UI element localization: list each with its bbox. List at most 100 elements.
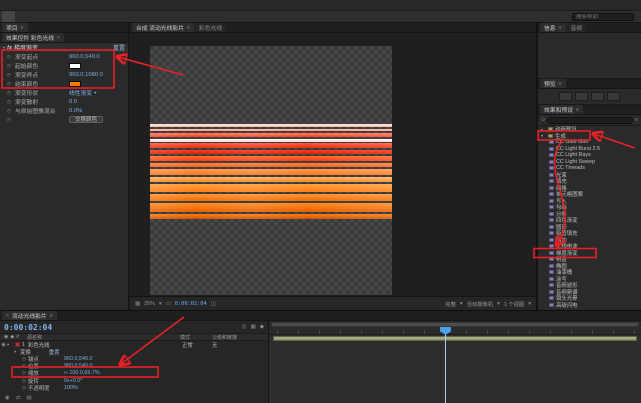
roto-brush-tool[interactable] bbox=[132, 11, 145, 22]
pen-tool[interactable] bbox=[80, 11, 93, 22]
chevron-down-icon[interactable]: ▾ bbox=[528, 301, 531, 307]
grid-options-icon[interactable]: ▦ bbox=[135, 301, 140, 307]
panel-menu-icon[interactable]: ≡ bbox=[559, 25, 562, 31]
effect-property-row[interactable]: ◷ 渐变终点 960.0,1080.0 bbox=[0, 70, 128, 79]
stopwatch-icon[interactable]: ◷ bbox=[7, 72, 13, 78]
first-frame-button[interactable] bbox=[559, 92, 572, 101]
property-value[interactable]: 0.0 bbox=[69, 99, 77, 105]
region-of-interest-icon[interactable]: ▭ bbox=[166, 301, 171, 307]
composition-viewport[interactable] bbox=[130, 33, 536, 296]
motion-blur-icon[interactable]: ◆ bbox=[260, 324, 264, 330]
comp-mini-flowchart-icon[interactable]: ◎ bbox=[242, 324, 247, 330]
brush-tool[interactable] bbox=[106, 11, 119, 22]
layer-name[interactable]: 彩色光线 bbox=[28, 341, 50, 349]
panel-menu-icon[interactable]: ≡ bbox=[559, 81, 562, 87]
panel-menu-icon[interactable]: ≡ bbox=[187, 25, 190, 31]
close-icon[interactable]: × bbox=[57, 35, 60, 41]
panel-menu-icon[interactable]: ≡ bbox=[576, 107, 579, 113]
effect-property-row[interactable]: ◷ 交换颜色 bbox=[0, 115, 128, 124]
transform-property-row[interactable]: ◷ 不透明度 100% bbox=[0, 384, 268, 391]
time-navigator-handle[interactable] bbox=[272, 323, 638, 326]
stopwatch-icon[interactable]: ◷ bbox=[7, 108, 13, 114]
zoom-level[interactable]: 25% bbox=[144, 301, 155, 307]
tab-effect-controls[interactable]: 效果控件 彩色光线 × bbox=[2, 33, 64, 42]
panel-menu-icon[interactable]: ≡ bbox=[50, 313, 53, 319]
property-value[interactable]: 960.0,540.0 bbox=[64, 356, 92, 362]
color-swatch[interactable] bbox=[69, 81, 81, 87]
stopwatch-icon[interactable]: ◷ bbox=[7, 54, 13, 60]
effect-header[interactable]: ▾ fx 梯度渐变 重置 bbox=[0, 43, 128, 52]
tab-info[interactable]: 信息 ≡ bbox=[540, 23, 566, 32]
previous-frame-button[interactable] bbox=[575, 92, 588, 101]
chevron-down-icon[interactable]: ▾ bbox=[159, 301, 162, 307]
layer-row[interactable]: ◉ ▾ 1 彩色光线 正常 无 bbox=[0, 341, 268, 348]
effect-property-row[interactable]: ◷ 起始颜色 bbox=[0, 61, 128, 70]
chevron-down-icon[interactable]: ▾ bbox=[94, 90, 96, 96]
property-value[interactable]: 960.0,1080.0 bbox=[69, 72, 103, 78]
layer-expander-icon[interactable]: ▾ bbox=[7, 342, 13, 347]
resolution-select[interactable]: 完整 bbox=[445, 300, 456, 308]
tab-timeline-comp[interactable]: × 流动光线影片 ≡ bbox=[2, 311, 57, 320]
effect-property-row[interactable]: ◷ 渐变起点 960.0,540.0 bbox=[0, 52, 128, 61]
draft-3d-icon[interactable]: ▦ bbox=[251, 324, 256, 330]
eye-icon[interactable]: ◉ bbox=[0, 342, 7, 348]
color-swatch[interactable] bbox=[69, 63, 81, 69]
chevron-down-icon[interactable]: ▾ bbox=[460, 301, 463, 307]
swap-colors-button[interactable]: 交换颜色 bbox=[69, 116, 103, 123]
clone-stamp-tool[interactable] bbox=[119, 11, 132, 22]
transfer-controls-icon[interactable]: ⇄ bbox=[16, 395, 21, 401]
view-layout-select[interactable]: 1 个视图 bbox=[504, 300, 524, 308]
play-button[interactable] bbox=[591, 92, 604, 101]
effect-property-row[interactable]: ◷ 渐变形状 线性渐变 ▾ bbox=[0, 88, 128, 97]
stopwatch-icon[interactable]: ◷ bbox=[7, 117, 13, 123]
parent-select[interactable]: 无 bbox=[212, 341, 268, 349]
tab-audio[interactable]: 音频 bbox=[567, 23, 587, 32]
property-value[interactable]: ∞ 100.0,65.7% bbox=[64, 370, 100, 376]
shape-tool[interactable] bbox=[67, 11, 80, 22]
chevron-down-icon[interactable]: ▾ bbox=[497, 301, 500, 307]
effects-search-input[interactable] bbox=[547, 117, 633, 124]
orbit-camera-tool[interactable] bbox=[41, 11, 54, 22]
stopwatch-icon[interactable]: ◷ bbox=[7, 90, 13, 96]
tab-project[interactable]: 项目 ≡ bbox=[2, 23, 28, 32]
track-rows[interactable] bbox=[269, 335, 641, 403]
parent-link-header[interactable]: 父级和链接 bbox=[212, 334, 268, 341]
effect-property-row[interactable]: ◷ 结束颜色 bbox=[0, 79, 128, 88]
tab-composition[interactable]: 合成 流动光线影片 ≡ bbox=[132, 23, 194, 32]
reset-button[interactable]: 重置 bbox=[113, 43, 125, 52]
property-value[interactable]: 100% bbox=[64, 385, 78, 391]
layer-color-chip[interactable] bbox=[15, 342, 20, 347]
stopwatch-icon[interactable]: ◷ bbox=[7, 63, 13, 69]
panel-menu-icon[interactable]: ≡ bbox=[21, 25, 24, 31]
effect-property-row[interactable]: ◷ 渐变散射 0.0 bbox=[0, 97, 128, 106]
pan-camera-tool[interactable] bbox=[54, 11, 67, 22]
selection-tool[interactable] bbox=[2, 11, 15, 22]
tab-effects-presets[interactable]: 效果和预设 ≡ bbox=[540, 105, 583, 114]
property-value[interactable]: 线性渐变 bbox=[69, 88, 92, 97]
property-value[interactable]: 960.0,540.0 bbox=[69, 54, 100, 60]
stopwatch-icon[interactable]: ◷ bbox=[7, 99, 13, 105]
next-frame-button[interactable] bbox=[607, 92, 620, 101]
in-out-stretch-icon[interactable]: ▤ bbox=[26, 395, 31, 401]
expand-layer-switches-icon[interactable]: ◉ bbox=[5, 395, 10, 401]
camera-select[interactable]: 活动摄像机 bbox=[467, 300, 494, 308]
snapshot-icon[interactable]: ◫ bbox=[211, 301, 216, 307]
close-icon[interactable]: × bbox=[6, 313, 9, 319]
zoom-tool[interactable] bbox=[28, 11, 41, 22]
blend-mode-select[interactable]: 正常 bbox=[182, 341, 212, 349]
effects-list-item[interactable]: 高级闪电 bbox=[538, 302, 641, 309]
folder-expander-icon[interactable]: ▾ bbox=[541, 133, 546, 138]
help-search-input[interactable] bbox=[572, 13, 634, 21]
property-value[interactable]: 0.0% bbox=[69, 108, 82, 114]
current-timecode[interactable]: 0:00:02:04 bbox=[4, 323, 52, 332]
layer-duration-bar[interactable] bbox=[273, 336, 637, 341]
puppet-pin-tool[interactable] bbox=[145, 11, 158, 22]
folder-expander-icon[interactable]: ▸ bbox=[541, 127, 546, 132]
stopwatch-icon[interactable]: ◷ bbox=[7, 81, 13, 87]
property-value[interactable]: 0x+0.0° bbox=[64, 378, 83, 384]
expander-icon[interactable]: ▾ bbox=[3, 45, 5, 50]
viewer-timecode[interactable]: 0:00:02:04 bbox=[175, 301, 207, 307]
hand-tool[interactable] bbox=[15, 11, 28, 22]
tab-layer-view[interactable]: 彩色光线 bbox=[195, 23, 226, 32]
source-name-header[interactable]: 源名称 bbox=[27, 334, 42, 341]
